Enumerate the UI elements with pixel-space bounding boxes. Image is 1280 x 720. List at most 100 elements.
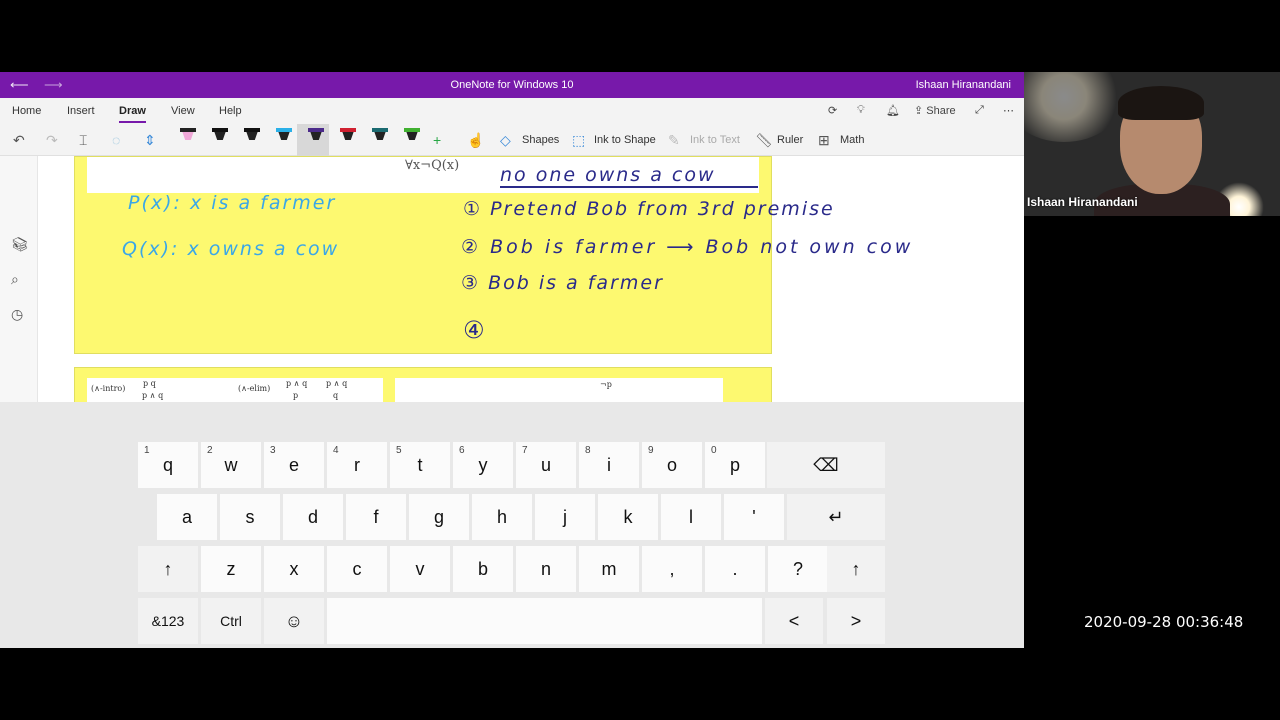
key-row2-2[interactable]: d: [283, 494, 343, 540]
ink-underline: [500, 186, 758, 188]
key-u[interactable]: 7u: [516, 442, 576, 488]
ink-to-shape-button[interactable]: Ink to Shape: [594, 134, 656, 146]
key-number-hint: 3: [270, 445, 276, 456]
key-row3-6[interactable]: m: [579, 546, 639, 592]
redo-icon[interactable]: ↷: [46, 132, 58, 149]
share-button[interactable]: ⇪ Share: [914, 104, 956, 117]
tab-help[interactable]: Help: [219, 105, 242, 117]
pen-color: [340, 128, 356, 132]
neg-p-rule: ¬p: [600, 380, 612, 389]
key-number-hint: 0: [711, 445, 717, 456]
key-label: d: [307, 507, 318, 527]
key-row3-0[interactable]: z: [201, 546, 261, 592]
page-canvas[interactable]: ∀x¬Q(x) (∧-intro) p q p ∧ q (∧-elim) p ∧…: [38, 156, 1024, 402]
pen-4[interactable]: [274, 128, 294, 152]
tab-home[interactable]: Home: [12, 105, 41, 117]
key-row2-1[interactable]: s: [220, 494, 280, 540]
ink-to-text-button[interactable]: Ink to Text: [690, 134, 740, 146]
ink-step-4[interactable]: ④: [463, 316, 487, 344]
ink-predicate-q[interactable]: Q(x): x owns a cow: [122, 238, 339, 260]
key-row2-6[interactable]: j: [535, 494, 595, 540]
pen-8[interactable]: [402, 128, 422, 152]
symbols-key[interactable]: &123: [138, 598, 198, 644]
key-p[interactable]: 0p: [705, 442, 765, 488]
key-t[interactable]: 5t: [390, 442, 450, 488]
shift-left-key[interactable]: ↑: [138, 546, 198, 592]
key-y[interactable]: 6y: [453, 442, 513, 488]
key-row2-5[interactable]: h: [472, 494, 532, 540]
expand-icon[interactable]: ⤢: [975, 104, 984, 117]
add-pen-icon[interactable]: +: [433, 132, 441, 148]
key-row3-3[interactable]: v: [390, 546, 450, 592]
more-options-icon[interactable]: ⋯: [1003, 104, 1014, 117]
key-number-hint: 2: [207, 445, 213, 456]
ink-no-one-owns-cow[interactable]: no one owns a cow: [500, 164, 716, 186]
person-hair: [1118, 86, 1204, 120]
left-arrow-key[interactable]: <: [765, 598, 823, 644]
key-label: z: [226, 559, 236, 579]
pen-3[interactable]: [242, 128, 262, 152]
key-row2-3[interactable]: f: [346, 494, 406, 540]
sync-icon[interactable]: ⟳: [828, 104, 837, 117]
ink-step-3[interactable]: ③ Bob is a farmer: [461, 272, 664, 294]
type-select-icon[interactable]: ⌶: [79, 132, 87, 149]
right-arrow-key[interactable]: >: [827, 598, 885, 644]
bell-icon[interactable]: 🔔︎: [886, 104, 900, 117]
shift-right-key[interactable]: ↑: [827, 546, 885, 592]
key-row3-7[interactable]: ,: [642, 546, 702, 592]
key-row2-9[interactable]: ': [724, 494, 784, 540]
key-row2-7[interactable]: k: [598, 494, 658, 540]
signed-in-user[interactable]: Ishaan Hiranandani: [916, 79, 1011, 91]
key-q[interactable]: 1q: [138, 442, 198, 488]
math-button[interactable]: Math: [840, 134, 864, 146]
notebooks-icon[interactable]: 📚︎: [11, 236, 29, 253]
recent-icon[interactable]: ◷: [11, 306, 23, 323]
key-row3-1[interactable]: x: [264, 546, 324, 592]
key-row3-4[interactable]: b: [453, 546, 513, 592]
share-label: Share: [926, 105, 956, 117]
enter-key[interactable]: ↵: [787, 494, 885, 540]
add-space-icon[interactable]: ⇕: [144, 132, 156, 149]
spacebar[interactable]: [327, 598, 762, 644]
tab-draw[interactable]: Draw: [119, 105, 146, 123]
ink-step-1[interactable]: ① Pretend Bob from 3rd premise: [463, 198, 835, 220]
and-elim-label: (∧-elim): [238, 384, 271, 393]
touch-draw-icon[interactable]: ☝: [467, 132, 484, 149]
search-icon[interactable]: ⌕: [11, 271, 19, 288]
key-w[interactable]: 2w: [201, 442, 261, 488]
key-row3-8[interactable]: .: [705, 546, 765, 592]
key-row3-9[interactable]: ?: [768, 546, 828, 592]
pen-2[interactable]: [210, 128, 230, 152]
key-row3-2[interactable]: c: [327, 546, 387, 592]
key-r[interactable]: 4r: [327, 442, 387, 488]
backspace-key[interactable]: ⌫: [767, 442, 885, 488]
emoji-key[interactable]: ☺: [264, 598, 324, 644]
key-i[interactable]: 8i: [579, 442, 639, 488]
key-label: m: [601, 559, 617, 579]
ink-predicate-p[interactable]: P(x): x is a farmer: [128, 192, 336, 214]
key-label: x: [289, 559, 299, 579]
tab-insert[interactable]: Insert: [67, 105, 95, 117]
key-row2-0[interactable]: a: [157, 494, 217, 540]
pen-color: [372, 128, 388, 132]
key-e[interactable]: 3e: [264, 442, 324, 488]
pen-color: [276, 128, 292, 132]
ctrl-key[interactable]: Ctrl: [201, 598, 261, 644]
key-label: t: [417, 455, 423, 475]
pen-1[interactable]: [178, 128, 198, 152]
pen-6[interactable]: [338, 128, 358, 152]
ruler-button[interactable]: Ruler: [777, 134, 803, 146]
lightbulb-icon[interactable]: 💡︎: [857, 104, 865, 117]
tab-view[interactable]: View: [171, 105, 195, 117]
key-o[interactable]: 9o: [642, 442, 702, 488]
key-label: b: [477, 559, 488, 579]
key-row3-5[interactable]: n: [516, 546, 576, 592]
pen-7[interactable]: [370, 128, 390, 152]
ink-step-2[interactable]: ② Bob is farmer ⟶ Bob not own cow: [461, 236, 913, 258]
key-row2-8[interactable]: l: [661, 494, 721, 540]
key-row2-4[interactable]: g: [409, 494, 469, 540]
lasso-select-icon[interactable]: ◌: [112, 132, 120, 148]
shapes-button[interactable]: Shapes: [522, 134, 559, 146]
undo-icon[interactable]: ↶: [13, 132, 25, 149]
pen-5[interactable]: [306, 128, 326, 152]
